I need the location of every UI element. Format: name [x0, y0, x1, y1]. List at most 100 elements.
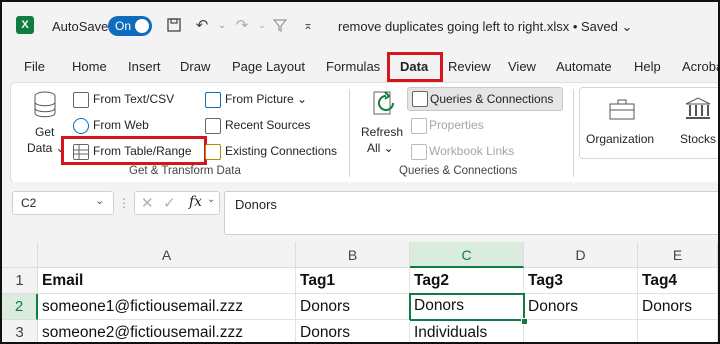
autosave-toggle-label: On — [115, 19, 132, 33]
globe-icon — [73, 118, 89, 134]
refresh-icon — [371, 89, 397, 119]
cell-c3[interactable]: Individuals — [410, 320, 524, 342]
existing-connections-icon — [205, 144, 221, 160]
from-text-csv-button[interactable]: From Text/CSV — [93, 92, 174, 106]
chevron-down-icon: ⌄ — [95, 195, 105, 207]
cell-c1[interactable]: Tag2 — [410, 268, 524, 294]
properties-icon — [411, 118, 427, 134]
queries-icon — [412, 91, 428, 107]
stocks-icon — [684, 96, 712, 120]
cell-b1[interactable]: Tag1 — [296, 268, 410, 294]
cell-c2-active[interactable]: Donors — [409, 293, 525, 321]
ribbon-tabs: File Home Insert Draw Page Layout Formul… — [2, 48, 718, 82]
stocks-button[interactable]: Stocks — [680, 132, 716, 146]
cell-b2[interactable]: Donors — [296, 294, 410, 320]
recent-sources-button[interactable]: Recent Sources — [225, 118, 310, 132]
queries-connections-button[interactable]: Queries & Connections — [407, 87, 563, 111]
group-separator — [573, 89, 574, 177]
tab-home[interactable]: Home — [72, 59, 107, 74]
tab-file[interactable]: File — [24, 59, 45, 74]
group-separator — [349, 89, 350, 177]
formula-buttons: ✕ ✓ fx ⌄ — [134, 191, 220, 215]
queries-group-label: Queries & Connections — [399, 165, 518, 177]
undo-icon[interactable]: ↶ — [192, 15, 212, 35]
column-header-e[interactable]: E — [638, 242, 718, 268]
tab-view[interactable]: View — [508, 59, 536, 74]
tab-help[interactable]: Help — [634, 59, 661, 74]
spreadsheet-grid: A B C D E 1 2 3 Email Tag1 Tag2 Tag3 Tag… — [2, 242, 718, 342]
insert-function-icon[interactable]: fx — [189, 194, 202, 210]
get-data-label-1[interactable]: Get — [35, 125, 54, 139]
data-tab-highlight — [387, 52, 443, 82]
tab-formulas[interactable]: Formulas — [326, 59, 380, 74]
cell-a2[interactable]: someone1@fictiousemail.zzz — [38, 294, 296, 320]
tab-draw[interactable]: Draw — [180, 59, 210, 74]
workbook-links-button[interactable]: Workbook Links — [429, 144, 514, 158]
refresh-all-label-1[interactable]: Refresh — [361, 125, 403, 139]
organization-button[interactable]: Organization — [586, 132, 654, 146]
cell-a1[interactable]: Email — [38, 268, 296, 294]
cell-e2[interactable]: Donors — [638, 294, 718, 320]
enter-icon[interactable]: ✓ — [163, 194, 176, 212]
excel-window: X AutoSave On ↶ ⌄ ↷ ⌄ ⌅ remove duplicate… — [0, 0, 720, 344]
recent-sources-icon — [205, 118, 221, 134]
cell-d3[interactable] — [524, 320, 638, 342]
row-header-2[interactable]: 2 — [2, 294, 38, 320]
cell-d1[interactable]: Tag3 — [524, 268, 638, 294]
cell-d2[interactable]: Donors — [524, 294, 638, 320]
name-box[interactable]: C2 ⌄ — [12, 191, 114, 215]
excel-logo-icon: X — [16, 16, 34, 34]
tab-review[interactable]: Review — [448, 59, 491, 74]
formula-bar: C2 ⌄ ⋮ ✕ ✓ fx ⌄ Donors — [2, 182, 718, 238]
tab-page-layout[interactable]: Page Layout — [232, 59, 305, 74]
redo-icon[interactable]: ↷ — [232, 15, 252, 35]
cancel-icon[interactable]: ✕ — [141, 194, 154, 212]
cell-a3[interactable]: someone2@fictiousemail.zzz — [38, 320, 296, 342]
picture-icon — [205, 92, 221, 108]
text-file-icon — [73, 92, 89, 108]
autosave-toggle[interactable]: On — [108, 16, 152, 36]
autosave-label: AutoSave — [52, 19, 109, 34]
ribbon: Get Data ⌄ From Text/CSV From Web From T… — [10, 82, 718, 184]
organization-icon — [608, 98, 636, 120]
formula-input[interactable]: Donors — [224, 191, 718, 235]
tab-acrobat[interactable]: Acroba — [682, 59, 718, 74]
clear-filter-icon[interactable] — [270, 15, 290, 35]
toggle-knob — [135, 19, 149, 33]
column-header-a[interactable]: A — [38, 242, 296, 268]
cell-b3[interactable]: Donors — [296, 320, 410, 342]
undo-dropdown-icon[interactable]: ⌄ — [212, 15, 232, 35]
cell-e1[interactable]: Tag4 — [638, 268, 718, 294]
fill-handle[interactable] — [521, 318, 528, 325]
get-transform-group-label: Get & Transform Data — [129, 165, 241, 177]
column-header-b[interactable]: B — [296, 242, 410, 268]
from-picture-button[interactable]: From Picture ⌄ — [225, 92, 307, 106]
tab-automate[interactable]: Automate — [556, 59, 612, 74]
database-icon — [33, 91, 57, 121]
more-icon: ⋮ — [118, 196, 130, 210]
row-header-1[interactable]: 1 — [2, 268, 38, 294]
existing-connections-button[interactable]: Existing Connections — [225, 144, 337, 158]
cell-e3[interactable] — [638, 320, 718, 342]
redo-dropdown-icon[interactable]: ⌄ — [252, 15, 272, 35]
save-icon[interactable] — [164, 15, 184, 35]
row-header-3[interactable]: 3 — [2, 320, 38, 342]
title-bar: X AutoSave On ↶ ⌄ ↷ ⌄ ⌅ remove duplicate… — [2, 2, 718, 48]
queries-connections-label: Queries & Connections — [430, 92, 554, 106]
select-all-corner[interactable] — [2, 242, 38, 268]
tab-insert[interactable]: Insert — [128, 59, 161, 74]
formula-content: Donors — [235, 197, 277, 212]
data-types-gallery: Organization Stocks — [579, 87, 718, 159]
from-table-range-highlight — [61, 136, 207, 165]
column-header-c[interactable]: C — [410, 242, 524, 268]
customize-toolbar-icon[interactable]: ⌅ — [298, 15, 318, 35]
file-name[interactable]: remove duplicates going left to right.xl… — [338, 19, 632, 35]
column-header-d[interactable]: D — [524, 242, 638, 268]
workbook-links-icon — [411, 144, 427, 160]
name-box-value: C2 — [21, 196, 37, 210]
properties-button[interactable]: Properties — [429, 118, 484, 132]
chevron-down-icon: ⌄ — [207, 194, 216, 205]
refresh-all-label-2[interactable]: All ⌄ — [367, 141, 394, 155]
get-data-label-2[interactable]: Data ⌄ — [27, 141, 66, 155]
from-web-button[interactable]: From Web — [93, 118, 149, 132]
